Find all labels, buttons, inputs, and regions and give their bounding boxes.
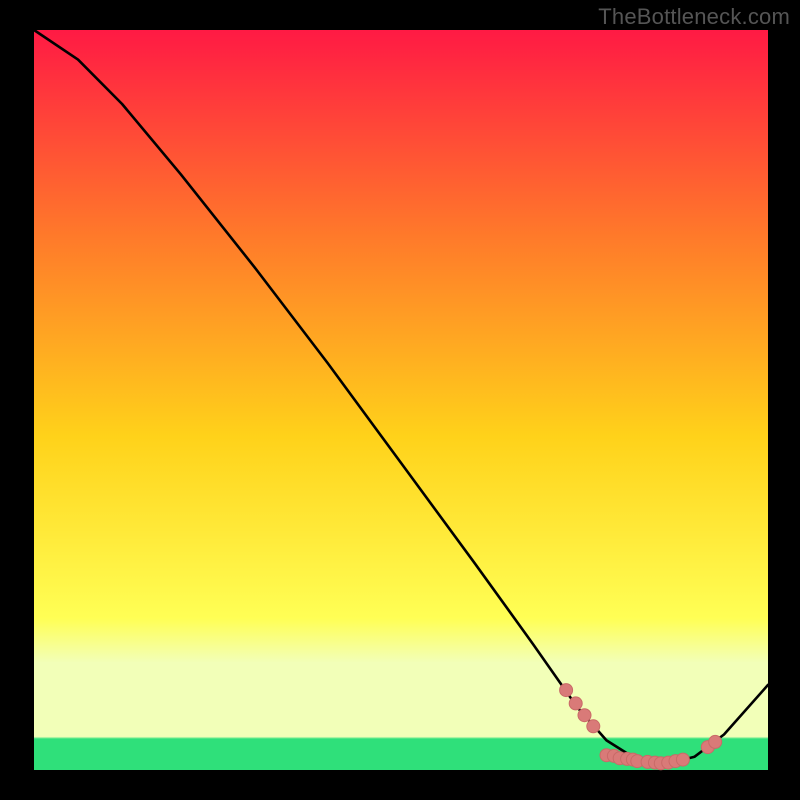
- bottleneck-chart: [0, 0, 800, 800]
- chart-frame: TheBottleneck.com: [0, 0, 800, 800]
- data-point: [709, 735, 722, 748]
- plot-area: [34, 30, 768, 770]
- data-point: [587, 720, 600, 733]
- data-point: [676, 753, 689, 766]
- data-point: [569, 697, 582, 710]
- data-point: [560, 684, 573, 697]
- data-point: [578, 709, 591, 722]
